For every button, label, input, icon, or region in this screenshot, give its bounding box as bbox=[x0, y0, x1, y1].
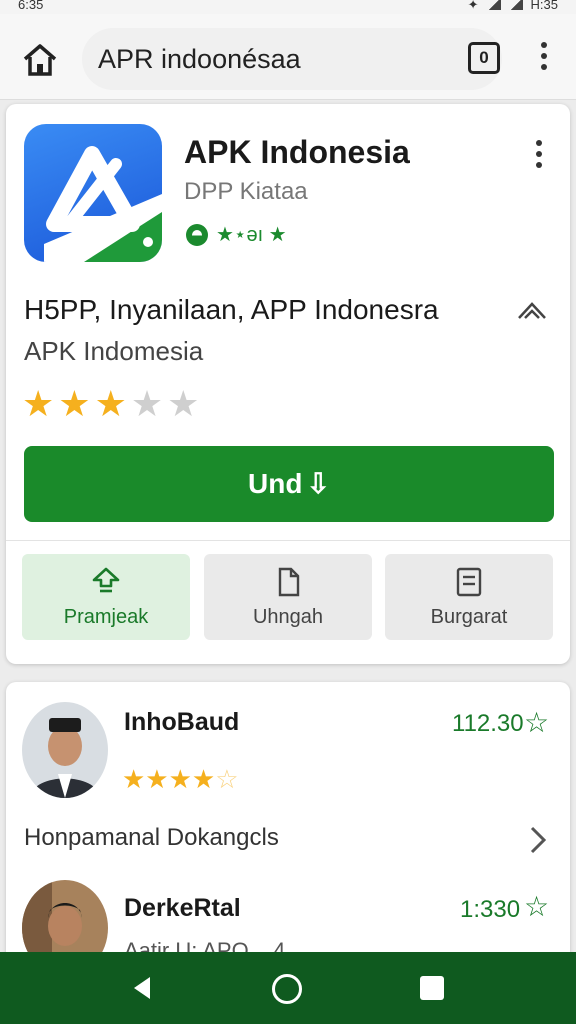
mini-rating: ★⋆əı ★ bbox=[186, 222, 287, 247]
app-description: H5PP, Inyanilaan, APP Indonesra bbox=[24, 294, 439, 325]
app-title: APK Indonesia bbox=[184, 134, 410, 170]
mini-rating-text: ★⋆əı ★ bbox=[216, 224, 287, 246]
star-icon: ★ bbox=[130, 383, 164, 424]
chevron-up-icon[interactable] bbox=[516, 298, 548, 322]
action-button-2[interactable]: Burgarat bbox=[385, 554, 553, 640]
action-label-2: Burgarat bbox=[430, 606, 508, 628]
action-button-1[interactable]: Uhngah bbox=[204, 554, 372, 640]
signal-icon-2 bbox=[508, 0, 523, 10]
battery-text: H:35 bbox=[530, 0, 558, 12]
status-bar: 6:35 ✦ H:35 bbox=[0, 0, 576, 14]
app-menu-icon[interactable] bbox=[532, 140, 546, 170]
action-label-1: Uhngah bbox=[252, 606, 324, 628]
divider bbox=[6, 540, 570, 541]
star-outline-icon[interactable]: ☆ bbox=[524, 706, 549, 739]
reviews-link[interactable]: Honpamanal Dokangcls bbox=[24, 824, 279, 852]
star-icon: ★ bbox=[58, 383, 91, 424]
reviews-card: InhoBaud ★★★★☆ 112.30 ☆ Honpamanal Dokan… bbox=[6, 682, 570, 976]
status-time: 6:35 bbox=[18, 0, 44, 12]
reviewer-name: DerkeRtal bbox=[124, 894, 241, 922]
recents-icon[interactable] bbox=[420, 976, 444, 1000]
star-icon: ★ bbox=[167, 383, 200, 424]
signal-icon bbox=[486, 0, 501, 10]
system-nav-bar bbox=[0, 952, 576, 1024]
wifi-icon: ✦ bbox=[467, 0, 479, 12]
browser-menu-icon[interactable] bbox=[535, 42, 553, 78]
install-button[interactable]: Und ⇩ bbox=[24, 446, 554, 522]
avatar[interactable] bbox=[22, 702, 108, 798]
reviewer-name: InhoBaud bbox=[124, 708, 240, 736]
action-button-0[interactable]: Pramjeak bbox=[22, 554, 190, 640]
browser-toolbar: APR indoonésaa 0 bbox=[0, 14, 576, 100]
back-icon[interactable] bbox=[128, 974, 156, 1002]
reviewer-stars: ★★★★☆ bbox=[122, 764, 239, 794]
download-icon: ⇩ bbox=[306, 468, 330, 499]
tabs-switcher-button[interactable]: 0 bbox=[468, 42, 500, 74]
url-field[interactable]: APR indoonésaa bbox=[82, 28, 502, 90]
chevron-right-icon[interactable] bbox=[526, 824, 550, 856]
review-count: 1:330 bbox=[460, 896, 521, 923]
app-rating-stars: ★ ★ ★ ★ ★ bbox=[22, 386, 199, 422]
app-card: APK Indonesia DPP Kiataa ★⋆əı ★ H5PP, In… bbox=[6, 104, 570, 664]
home-nav-icon[interactable] bbox=[272, 974, 302, 1004]
star-icon: ★ bbox=[22, 383, 55, 424]
star-icon: ★ bbox=[94, 383, 127, 424]
upload-icon bbox=[92, 567, 120, 593]
app-subtitle: APK Indomesia bbox=[24, 336, 204, 366]
install-label: Und bbox=[248, 468, 303, 499]
app-developer[interactable]: DPP Kiataa bbox=[184, 178, 308, 206]
action-label-0: Pramjeak bbox=[63, 606, 149, 628]
review-count: 112.30 bbox=[452, 710, 524, 737]
star-outline-icon[interactable]: ☆ bbox=[524, 890, 549, 923]
home-icon[interactable] bbox=[20, 40, 60, 80]
document-icon bbox=[278, 567, 300, 597]
verified-icon bbox=[186, 223, 208, 246]
status-icons: ✦ H:35 bbox=[467, 0, 558, 12]
app-logo bbox=[24, 124, 162, 262]
card-icon bbox=[456, 567, 482, 597]
